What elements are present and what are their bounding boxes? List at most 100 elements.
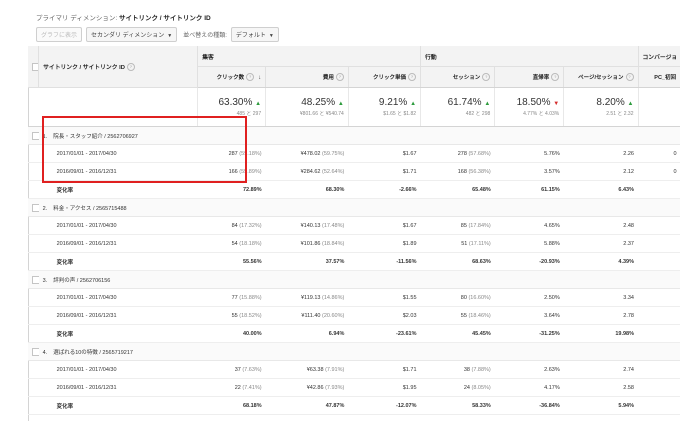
conversion-group-header: コンバージョ <box>638 46 680 67</box>
metric-value: 2.74 <box>623 366 634 373</box>
metric-value: $1.89 <box>402 240 417 247</box>
metric-cell <box>638 378 680 397</box>
info-icon[interactable]: ? <box>625 73 634 82</box>
change-rate-value: 72.89% <box>197 180 266 199</box>
metric-cell <box>638 360 680 379</box>
change-rate-value: 68.18% <box>197 396 266 415</box>
metric-header-clicks[interactable]: クリック数? ↓ <box>197 66 267 88</box>
info-icon[interactable]: ? <box>551 73 560 82</box>
info-icon[interactable]: ? <box>408 73 417 82</box>
select-all-cell <box>28 46 40 88</box>
info-icon[interactable]: ? <box>335 73 344 82</box>
date-range-label: 2017/01/01 - 2017/04/30 <box>38 288 198 307</box>
metric-header-pc-first[interactable]: PC_初回 <box>638 66 680 88</box>
metric-header-cost[interactable]: 費用? <box>265 66 349 88</box>
info-icon[interactable]: ? <box>246 73 255 82</box>
metric-percent: (20.60%) <box>322 312 345 319</box>
metric-header-bounce-rate[interactable]: 直帰率? <box>494 66 565 88</box>
metric-percent: (7.91%) <box>325 366 345 373</box>
metric-value: 24 <box>463 384 470 391</box>
metric-percent: (7.93%) <box>325 384 345 391</box>
dimension-header-label: サイトリンク / サイトリンク ID <box>43 64 125 71</box>
metric-header-sessions[interactable]: セッション? <box>420 66 496 88</box>
total-value: 48.25% <box>301 97 336 108</box>
secondary-dimension-dropdown[interactable]: セカンダリ ディメンション ▼ <box>86 27 178 42</box>
secondary-dimension-label: セカンダリ ディメンション <box>91 33 165 39</box>
metric-header-cpc[interactable]: クリック単価? <box>348 66 422 88</box>
primary-dimension-value[interactable]: サイトリンク / サイトリンク ID <box>119 15 211 22</box>
entry-link[interactable]: 料金・アクセス / 2565715488 <box>53 206 126 212</box>
dimension-header[interactable]: サイトリンク / サイトリンク ID? <box>38 46 199 88</box>
metric-cell: ¥119.13 (14.86%) <box>265 288 349 307</box>
metric-cell: 278 (57.68%) <box>420 144 495 163</box>
metric-value: 85 <box>460 222 467 229</box>
metric-cell: 3.64% <box>494 306 564 325</box>
date-range-label: 2016/09/01 - 2016/12/31 <box>38 378 198 397</box>
metric-cell: 84 (17.32%) <box>197 216 266 235</box>
info-icon[interactable]: ? <box>482 73 491 82</box>
metric-value: 51 <box>461 240 468 247</box>
info-icon[interactable]: ? <box>126 63 135 72</box>
metric-header-pages-per-session[interactable]: ページ/セッション? <box>563 66 639 88</box>
triangle-up-icon: ▲ <box>410 101 417 107</box>
acquisition-group-header: 集客 <box>197 46 422 67</box>
metric-percent: (55.89%) <box>239 168 262 175</box>
date-range-row: 2017/01/01 - 2017/04/30 84 (17.32%) ¥140.1… <box>28 216 680 235</box>
metric-cell: ¥42.86 (7.93%) <box>265 378 349 397</box>
change-rate-value: 6.43% <box>563 180 638 199</box>
metric-value: 287 <box>228 150 238 157</box>
total-cell: 9.21% ▲ $1.65 と $1.82 <box>348 87 422 127</box>
entry-link[interactable]: 院長・スタッフ紹介 / 2562706927 <box>53 134 138 140</box>
change-rate-value: 37.57% <box>265 252 349 271</box>
metric-cell: $1.95 <box>348 378 421 397</box>
plot-rows-button[interactable]: グラフに表示 <box>36 27 83 42</box>
metric-header-label: 直帰率 <box>532 74 550 81</box>
change-rate-label: 変化率 <box>38 396 198 415</box>
metric-value: 4.17% <box>544 384 560 391</box>
change-rate-value <box>638 180 680 199</box>
metric-cell: 168 (56.38%) <box>420 162 495 181</box>
change-rate-row: 変化率 55.56% 37.57% -11.56% 68.63% -20.93% 4.39% <box>28 252 680 271</box>
metric-cell: $1.89 <box>348 234 421 253</box>
metric-value: $2.03 <box>402 312 417 319</box>
change-rate-row: 変化率 68.18% 47.87% -12.07% 58.33% -36.84% 5.94% <box>28 396 680 415</box>
metric-percent: (17.84%) <box>468 222 491 229</box>
entry-link[interactable]: 評判の声 / 2562706156 <box>53 278 110 284</box>
row-checkbox[interactable] <box>32 347 39 356</box>
date-range-label: 2017/01/01 - 2017/04/30 <box>38 216 198 235</box>
chevron-down-icon: ▼ <box>167 33 173 39</box>
triangle-up-icon: ▲ <box>255 101 262 107</box>
metric-cell: 3.34 <box>563 288 638 307</box>
select-all-checkbox[interactable] <box>32 62 38 71</box>
metric-value: $1.71 <box>402 366 417 373</box>
metric-percent: (17.48%) <box>322 222 345 229</box>
metric-value: ¥119.13 <box>301 294 321 301</box>
total-cell <box>638 87 680 127</box>
metric-percent: (8.05%) <box>471 384 491 391</box>
change-rate-label: 変化率 <box>38 252 198 271</box>
metric-cell <box>638 306 680 325</box>
metric-value: $1.55 <box>402 294 417 301</box>
metric-cell: 77 (15.88%) <box>197 288 266 307</box>
entry-link[interactable]: 選ばれる10の特徴 / 2565719217 <box>53 350 133 356</box>
date-range-row: 2016/09/01 - 2016/12/31 166 (55.89%) ¥284.… <box>28 162 680 181</box>
metric-percent: (15.88%) <box>239 294 262 301</box>
row-checkbox[interactable] <box>32 275 39 284</box>
metric-cell: 2.74 <box>563 360 638 379</box>
metric-value: ¥478.02 <box>300 150 321 157</box>
metric-value: 278 <box>457 150 467 157</box>
metric-cell <box>638 216 680 235</box>
change-rate-value: -2.66% <box>348 180 421 199</box>
metric-value: ¥111.40 <box>301 312 321 319</box>
change-rate-value: 68.30% <box>265 180 349 199</box>
total-cell: 48.25% ▲ ¥801.66 と ¥540.74 <box>265 87 349 127</box>
row-checkbox[interactable] <box>32 203 39 212</box>
sort-down-arrow-icon[interactable]: ↓ <box>258 75 261 81</box>
metric-value: 22 <box>234 384 241 391</box>
metric-value: 2.63% <box>544 366 560 373</box>
total-value: 9.21% <box>378 97 408 108</box>
change-rate-row: 変化率 40.00% 6.94% -23.61% 45.45% -31.25% 19.98% <box>28 324 680 343</box>
metric-percent: (14.86%) <box>322 294 345 301</box>
row-checkbox[interactable] <box>32 131 39 140</box>
sort-type-dropdown[interactable]: デフォルト ▼ <box>230 27 279 42</box>
